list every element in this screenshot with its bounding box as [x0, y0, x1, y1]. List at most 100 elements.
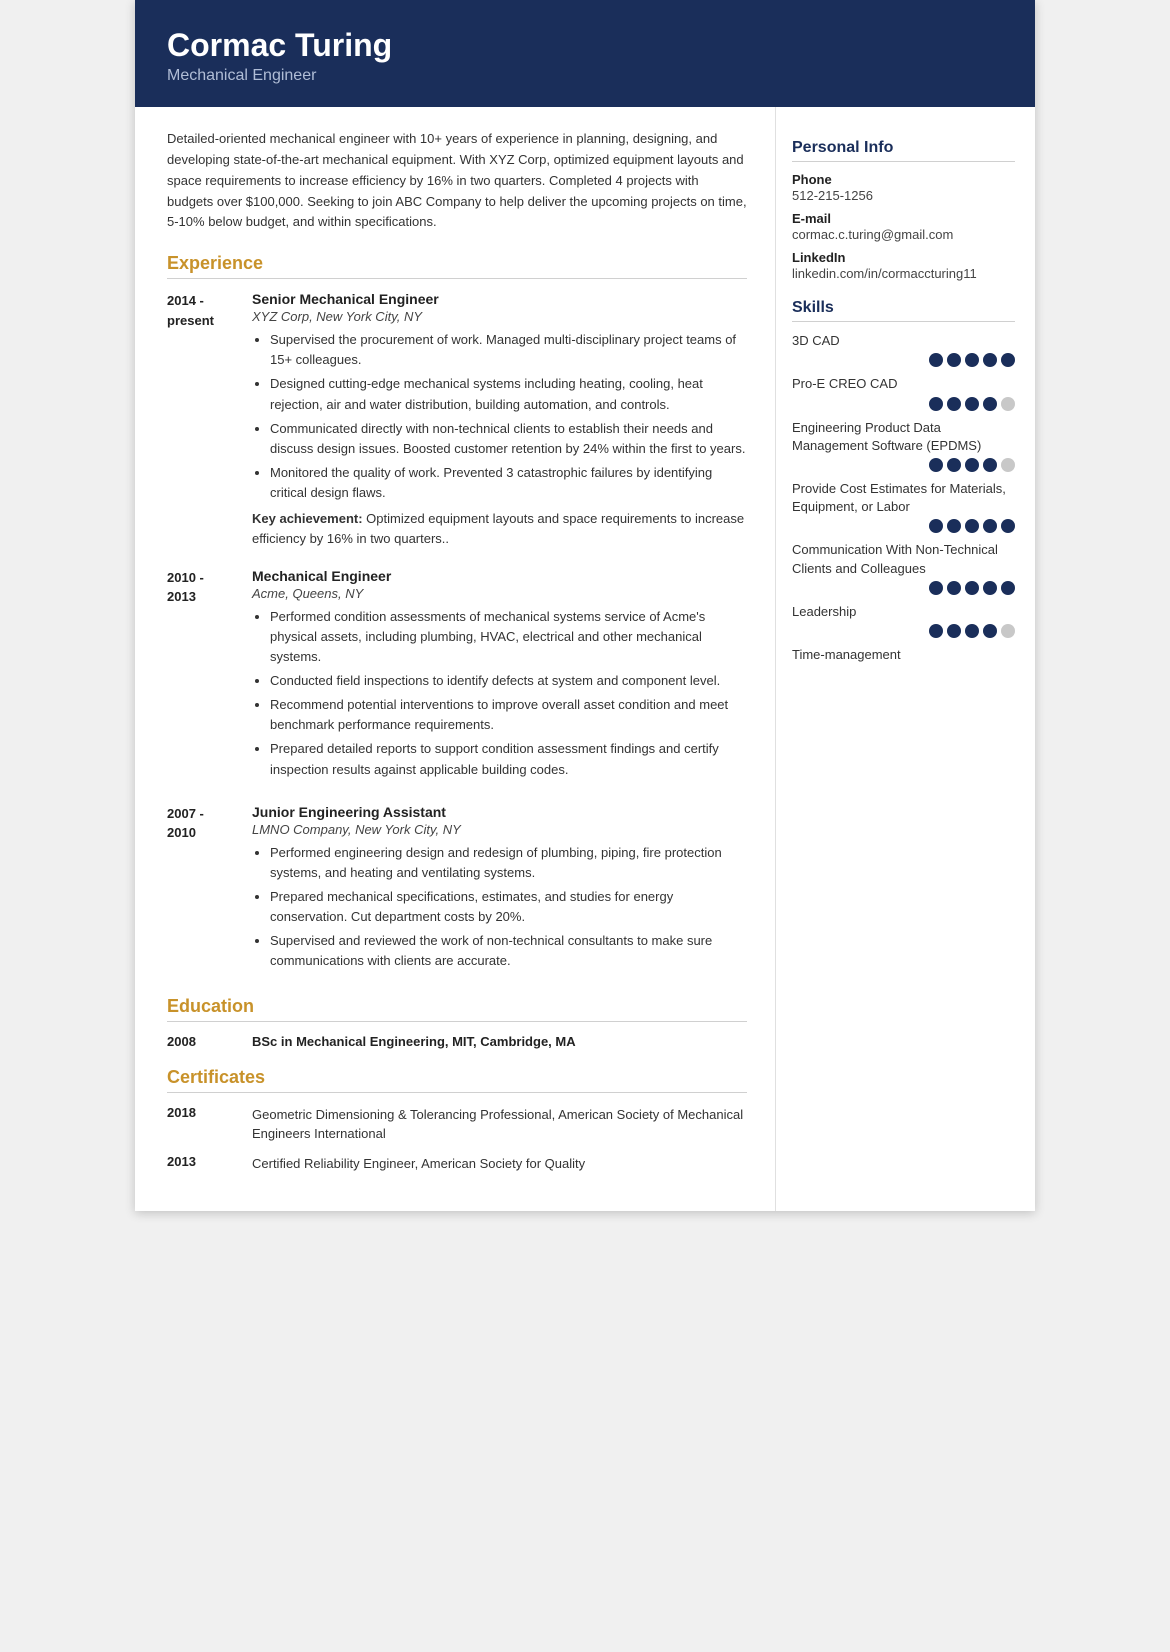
skill-item: Engineering Product Data Management Soft…: [792, 419, 1015, 472]
exp-content: Mechanical Engineer Acme, Queens, NY Perfo…: [252, 568, 747, 786]
skill-name: Provide Cost Estimates for Materials, Eq…: [792, 480, 1015, 516]
skill-dot-filled: [983, 397, 997, 411]
skill-dot-filled: [983, 458, 997, 472]
skill-dots: [792, 353, 1015, 367]
skill-dot-filled: [983, 624, 997, 638]
experience-item: 2014 - presentSenior Mechanical Engineer…: [167, 291, 747, 549]
main-column: Detailed-oriented mechanical engineer wi…: [135, 107, 775, 1211]
candidate-title: Mechanical Engineer: [167, 67, 1003, 85]
certificate-item: 2018Geometric Dimensioning & Tolerancing…: [167, 1105, 747, 1144]
exp-job-title: Mechanical Engineer: [252, 568, 747, 584]
skill-name: Leadership: [792, 603, 1015, 621]
cert-description: Geometric Dimensioning & Tolerancing Pro…: [252, 1105, 747, 1144]
exp-bullet-item: Supervised the procurement of work. Mana…: [270, 330, 747, 370]
skill-dot-filled: [965, 581, 979, 595]
skill-item: Leadership: [792, 603, 1015, 638]
skill-dot-filled: [947, 397, 961, 411]
skill-dot-filled: [965, 519, 979, 533]
personal-info-divider: [792, 161, 1015, 162]
skill-item: 3D CAD: [792, 332, 1015, 367]
skill-dot-filled: [1001, 519, 1015, 533]
skill-dot-filled: [1001, 353, 1015, 367]
skill-dots: [792, 581, 1015, 595]
sidebar-column: Personal Info Phone 512-215-1256 E-mail …: [775, 107, 1035, 1211]
certificates-section-title: Certificates: [167, 1067, 747, 1088]
exp-date: 2007 - 2010: [167, 804, 252, 978]
skills-divider: [792, 321, 1015, 322]
exp-job-title: Junior Engineering Assistant: [252, 804, 747, 820]
certificates-divider: [167, 1092, 747, 1093]
exp-bullet-item: Recommend potential interventions to imp…: [270, 695, 747, 735]
linkedin-value: linkedin.com/in/cormaccturing11: [792, 266, 1015, 281]
exp-bullet-item: Supervised and reviewed the work of non-…: [270, 931, 747, 971]
exp-bullet-item: Performed condition assessments of mecha…: [270, 607, 747, 667]
exp-bullet-item: Monitored the quality of work. Prevented…: [270, 463, 747, 503]
header: Cormac Turing Mechanical Engineer: [135, 0, 1035, 107]
skill-dot-filled: [929, 458, 943, 472]
education-divider: [167, 1021, 747, 1022]
skill-dot-empty: [1001, 397, 1015, 411]
skill-dot-filled: [929, 353, 943, 367]
skill-dot-filled: [983, 519, 997, 533]
experience-section-title: Experience: [167, 253, 747, 274]
skill-dot-filled: [965, 624, 979, 638]
skill-item: Time-management: [792, 646, 1015, 664]
cert-year: 2013: [167, 1154, 252, 1174]
skill-dot-filled: [929, 581, 943, 595]
education-list: 2008BSc in Mechanical Engineering, MIT, …: [167, 1034, 747, 1049]
email-value: cormac.c.turing@gmail.com: [792, 227, 1015, 242]
skill-dot-filled: [929, 397, 943, 411]
exp-bullets: Performed condition assessments of mecha…: [252, 607, 747, 780]
summary-text: Detailed-oriented mechanical engineer wi…: [167, 129, 747, 233]
exp-bullets: Performed engineering design and redesig…: [252, 843, 747, 972]
skill-name: Pro-E CREO CAD: [792, 375, 1015, 393]
exp-company: LMNO Company, New York City, NY: [252, 822, 747, 837]
phone-label: Phone: [792, 172, 1015, 187]
skill-dot-filled: [929, 624, 943, 638]
exp-bullet-item: Communicated directly with non-technical…: [270, 419, 747, 459]
exp-date: 2010 - 2013: [167, 568, 252, 786]
cert-year: 2018: [167, 1105, 252, 1144]
skill-dot-filled: [947, 458, 961, 472]
skill-dot-filled: [965, 458, 979, 472]
body: Detailed-oriented mechanical engineer wi…: [135, 107, 1035, 1211]
skills-list: 3D CAD Pro-E CREO CAD Engineering Product …: [792, 332, 1015, 664]
skill-dot-filled: [947, 624, 961, 638]
skill-dots: [792, 624, 1015, 638]
skill-name: Communication With Non-Technical Clients…: [792, 541, 1015, 577]
exp-company: Acme, Queens, NY: [252, 586, 747, 601]
education-item: 2008BSc in Mechanical Engineering, MIT, …: [167, 1034, 747, 1049]
exp-bullet-item: Performed engineering design and redesig…: [270, 843, 747, 883]
email-label: E-mail: [792, 211, 1015, 226]
skill-dots: [792, 519, 1015, 533]
skill-dot-filled: [983, 581, 997, 595]
skill-dots: [792, 458, 1015, 472]
personal-info-title: Personal Info: [792, 139, 1015, 157]
resume-wrapper: Cormac Turing Mechanical Engineer Detail…: [135, 0, 1035, 1211]
experience-item: 2010 - 2013Mechanical Engineer Acme, Quee…: [167, 568, 747, 786]
key-achievement: Key achievement: Optimized equipment lay…: [252, 509, 747, 549]
skill-dot-filled: [947, 519, 961, 533]
skill-dot-filled: [1001, 581, 1015, 595]
education-section-title: Education: [167, 996, 747, 1017]
skill-dot-empty: [1001, 458, 1015, 472]
experience-list: 2014 - presentSenior Mechanical Engineer…: [167, 291, 747, 977]
exp-date: 2014 - present: [167, 291, 252, 549]
skill-dot-filled: [983, 353, 997, 367]
skill-dot-filled: [947, 581, 961, 595]
skill-name: Time-management: [792, 646, 1015, 664]
skill-item: Communication With Non-Technical Clients…: [792, 541, 1015, 594]
edu-description: BSc in Mechanical Engineering, MIT, Camb…: [252, 1034, 747, 1049]
skill-name: 3D CAD: [792, 332, 1015, 350]
cert-description: Certified Reliability Engineer, American…: [252, 1154, 747, 1174]
exp-bullet-item: Prepared mechanical specifications, esti…: [270, 887, 747, 927]
exp-bullet-item: Prepared detailed reports to support con…: [270, 739, 747, 779]
skill-dot-filled: [947, 353, 961, 367]
experience-divider: [167, 278, 747, 279]
certificate-item: 2013Certified Reliability Engineer, Amer…: [167, 1154, 747, 1174]
exp-bullet-item: Conducted field inspections to identify …: [270, 671, 747, 691]
skill-dot-filled: [929, 519, 943, 533]
exp-bullets: Supervised the procurement of work. Mana…: [252, 330, 747, 503]
phone-value: 512-215-1256: [792, 188, 1015, 203]
skill-dot-filled: [965, 397, 979, 411]
